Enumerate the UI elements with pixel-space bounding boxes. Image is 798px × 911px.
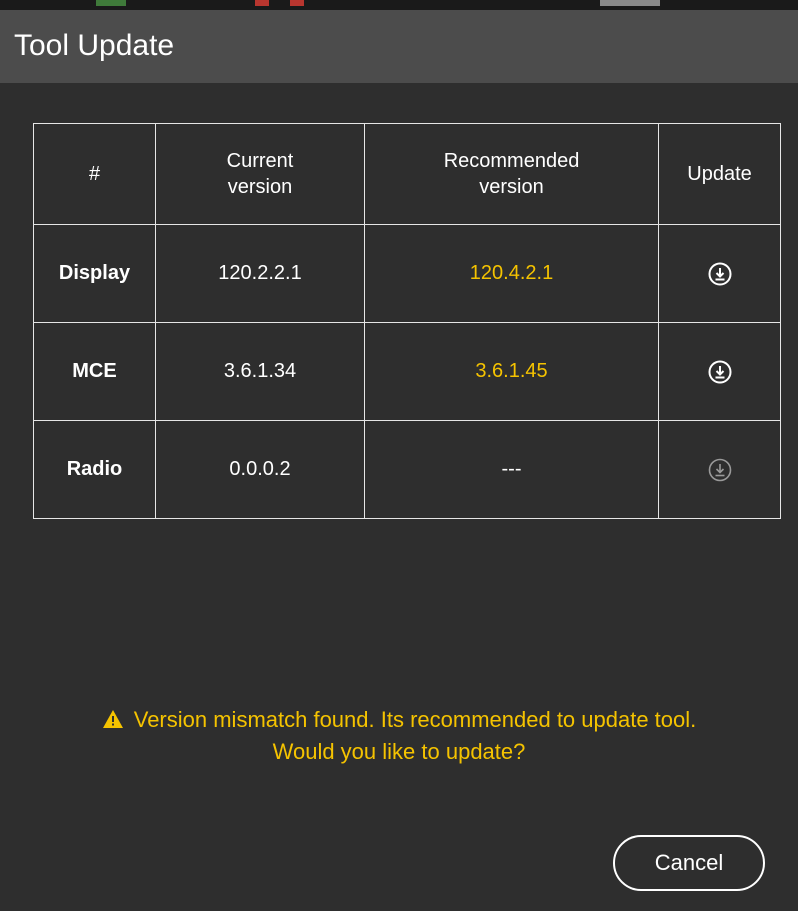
version-mismatch-warning: Version mismatch found. Its recommended … bbox=[0, 704, 798, 768]
row-current-version: 3.6.1.34 bbox=[155, 322, 365, 421]
row-name: Display bbox=[33, 224, 156, 323]
tool-update-dialog: Tool Update # Current version Recommende… bbox=[0, 0, 798, 911]
header-current-line1: Current bbox=[226, 150, 294, 172]
dialog-title: Tool Update bbox=[14, 29, 175, 62]
warning-line1: Version mismatch found. Its recommended … bbox=[133, 707, 697, 732]
background-window-strip bbox=[0, 0, 798, 10]
table-row: Radio 0.0.0.2 --- bbox=[33, 420, 781, 519]
row-name: MCE bbox=[33, 322, 156, 421]
row-update-cell bbox=[658, 420, 781, 519]
table-row: MCE 3.6.1.34 3.6.1.45 bbox=[33, 322, 781, 421]
row-name: Radio bbox=[33, 420, 156, 519]
table-header-row: # Current version Recommended version Up… bbox=[33, 123, 781, 225]
title-bar: Tool Update bbox=[0, 10, 798, 83]
row-update-cell bbox=[658, 224, 781, 323]
row-current-version: 120.2.2.1 bbox=[155, 224, 365, 323]
header-index: # bbox=[33, 123, 156, 225]
row-current-version: 0.0.0.2 bbox=[155, 420, 365, 519]
header-current-line2: version bbox=[227, 176, 293, 198]
download-icon[interactable] bbox=[707, 261, 733, 287]
header-recommended-version: Recommended version bbox=[364, 123, 659, 225]
header-recommended-line1: Recommended bbox=[443, 150, 580, 172]
cancel-button[interactable]: Cancel bbox=[613, 835, 765, 891]
warning-triangle-icon bbox=[102, 706, 124, 728]
header-current-version: Current version bbox=[155, 123, 365, 225]
download-icon[interactable] bbox=[707, 359, 733, 385]
warning-line2: Would you like to update? bbox=[272, 739, 526, 764]
download-icon-disabled bbox=[707, 457, 733, 483]
row-update-cell bbox=[658, 322, 781, 421]
version-table: # Current version Recommended version Up… bbox=[33, 123, 781, 519]
row-recommended-version: 120.4.2.1 bbox=[364, 224, 659, 323]
table-row: Display 120.2.2.1 120.4.2.1 bbox=[33, 224, 781, 323]
version-table-container: # Current version Recommended version Up… bbox=[33, 123, 781, 519]
header-recommended-line2: version bbox=[479, 176, 544, 198]
row-recommended-version: --- bbox=[364, 420, 659, 519]
row-recommended-version: 3.6.1.45 bbox=[364, 322, 659, 421]
header-update: Update bbox=[658, 123, 781, 225]
